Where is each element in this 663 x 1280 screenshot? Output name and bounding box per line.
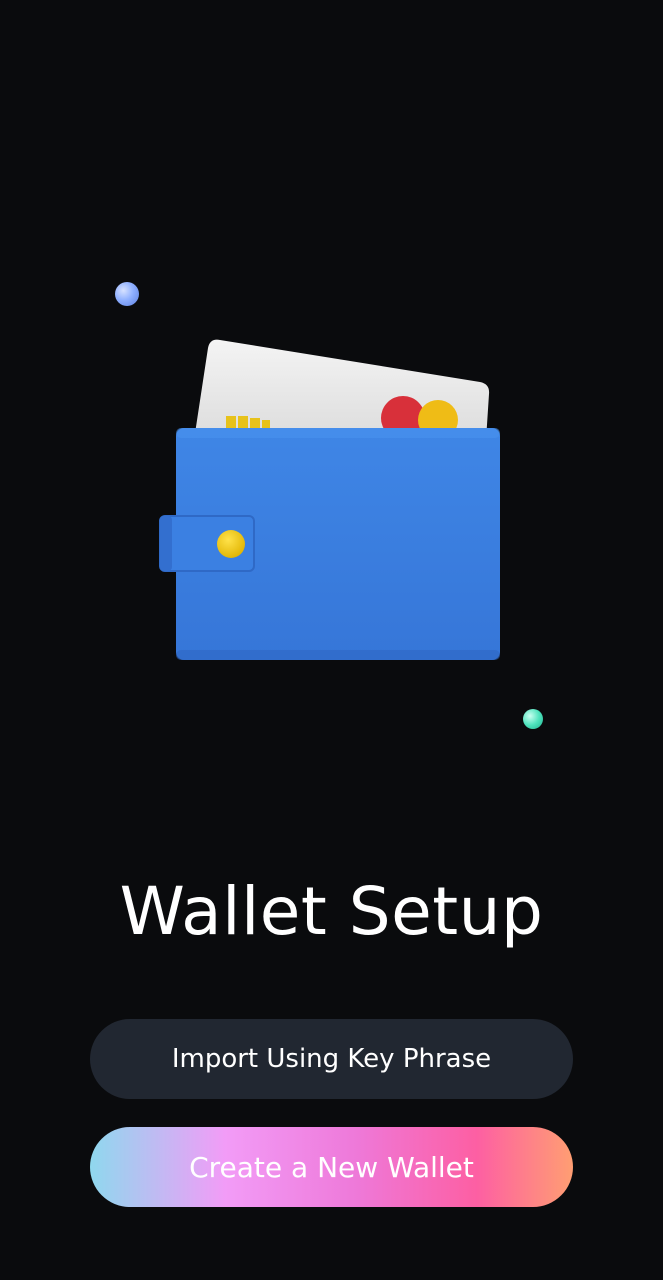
page-title: Wallet Setup	[119, 873, 544, 950]
decorative-green-dot	[523, 709, 543, 729]
wallet-icon	[159, 339, 500, 660]
decorative-blue-dot	[115, 282, 139, 306]
create-wallet-button[interactable]: Create a New Wallet	[90, 1127, 573, 1207]
wallet-setup-screen: Wallet Setup Import Using Key Phrase Cre…	[0, 0, 663, 1280]
import-key-phrase-button[interactable]: Import Using Key Phrase	[90, 1019, 573, 1099]
